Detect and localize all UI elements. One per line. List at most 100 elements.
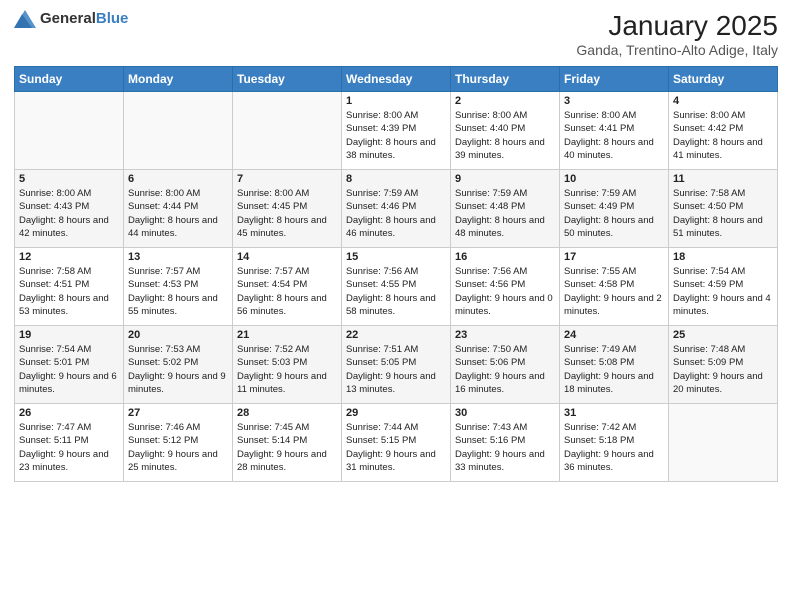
day-number: 12 (19, 251, 119, 263)
calendar-cell: 20 Sunrise: 7:53 AMSunset: 5:02 PMDayligh… (124, 326, 233, 404)
calendar-week-row: 12Sunrise: 7:58 AMSunset: 4:51 PMDayligh… (15, 248, 778, 326)
day-number: 23 (455, 329, 555, 341)
calendar-cell: 24 Sunrise: 7:49 AMSunset: 5:08 PMDayligh… (560, 326, 669, 404)
calendar-cell: 1Sunrise: 8:00 AMSunset: 4:39 PMDaylight… (342, 92, 451, 170)
day-info: Sunrise: 8:00 AMSunset: 4:39 PMDaylight:… (346, 109, 446, 162)
col-monday: Monday (124, 67, 233, 92)
day-info: Sunrise: 7:49 AMSunset: 5:08 PMDaylight:… (564, 343, 664, 396)
logo: GeneralBlue (14, 10, 128, 28)
day-number: 9 (455, 173, 555, 185)
day-info: Sunrise: 8:00 AMSunset: 4:44 PMDaylight:… (128, 187, 228, 240)
day-info: Sunrise: 7:57 AMSunset: 4:54 PMDaylight:… (237, 265, 337, 318)
logo-general-text: General (40, 10, 96, 27)
day-number: 22 (346, 329, 446, 341)
day-info: Sunrise: 7:58 AMSunset: 4:50 PMDaylight:… (673, 187, 773, 240)
day-number: 14 (237, 251, 337, 263)
header: GeneralBlue January 2025 Ganda, Trentino… (14, 10, 778, 58)
day-info: Sunrise: 7:55 AMSunset: 4:58 PMDaylight:… (564, 265, 664, 318)
calendar-cell: 7 Sunrise: 8:00 AMSunset: 4:45 PMDaylight… (233, 170, 342, 248)
day-number: 20 (128, 329, 228, 341)
day-number: 17 (564, 251, 664, 263)
day-number: 28 (237, 407, 337, 419)
calendar-cell: 15Sunrise: 7:56 AMSunset: 4:55 PMDayligh… (342, 248, 451, 326)
day-info: Sunrise: 7:45 AMSunset: 5:14 PMDaylight:… (237, 421, 337, 474)
day-number: 7 (237, 173, 337, 185)
calendar-cell (233, 92, 342, 170)
calendar-cell: 2Sunrise: 8:00 AMSunset: 4:40 PMDaylight… (451, 92, 560, 170)
calendar-cell: 12Sunrise: 7:58 AMSunset: 4:51 PMDayligh… (15, 248, 124, 326)
day-info: Sunrise: 8:00 AMSunset: 4:41 PMDaylight:… (564, 109, 664, 162)
day-info: Sunrise: 7:48 AMSunset: 5:09 PMDaylight:… (673, 343, 773, 396)
calendar-cell: 25 Sunrise: 7:48 AMSunset: 5:09 PMDayligh… (669, 326, 778, 404)
calendar-week-row: 1Sunrise: 8:00 AMSunset: 4:39 PMDaylight… (15, 92, 778, 170)
calendar-subtitle: Ganda, Trentino-Alto Adige, Italy (576, 42, 778, 58)
calendar-cell: 11 Sunrise: 7:58 AMSunset: 4:50 PMDayligh… (669, 170, 778, 248)
calendar-cell: 28 Sunrise: 7:45 AMSunset: 5:14 PMDayligh… (233, 404, 342, 482)
day-number: 21 (237, 329, 337, 341)
day-info: Sunrise: 7:59 AMSunset: 4:48 PMDaylight:… (455, 187, 555, 240)
calendar-cell: 27Sunrise: 7:46 AMSunset: 5:12 PMDayligh… (124, 404, 233, 482)
col-wednesday: Wednesday (342, 67, 451, 92)
calendar-week-row: 26Sunrise: 7:47 AMSunset: 5:11 PMDayligh… (15, 404, 778, 482)
day-info: Sunrise: 8:00 AMSunset: 4:40 PMDaylight:… (455, 109, 555, 162)
day-number: 3 (564, 95, 664, 107)
day-number: 18 (673, 251, 773, 263)
day-info: Sunrise: 7:42 AMSunset: 5:18 PMDaylight:… (564, 421, 664, 474)
calendar-cell: 3 Sunrise: 8:00 AMSunset: 4:41 PMDaylight… (560, 92, 669, 170)
calendar-cell: 23 Sunrise: 7:50 AMSunset: 5:06 PMDayligh… (451, 326, 560, 404)
day-info: Sunrise: 7:50 AMSunset: 5:06 PMDaylight:… (455, 343, 555, 396)
day-number: 11 (673, 173, 773, 185)
calendar-cell: 30 Sunrise: 7:43 AMSunset: 5:16 PMDayligh… (451, 404, 560, 482)
title-block: January 2025 Ganda, Trentino-Alto Adige,… (576, 10, 778, 58)
col-tuesday: Tuesday (233, 67, 342, 92)
day-number: 15 (346, 251, 446, 263)
col-saturday: Saturday (669, 67, 778, 92)
day-info: Sunrise: 7:56 AMSunset: 4:56 PMDaylight:… (455, 265, 555, 318)
day-info: Sunrise: 8:00 AMSunset: 4:42 PMDaylight:… (673, 109, 773, 162)
day-number: 27 (128, 407, 228, 419)
day-number: 8 (346, 173, 446, 185)
day-number: 13 (128, 251, 228, 263)
day-info: Sunrise: 7:53 AMSunset: 5:02 PMDaylight:… (128, 343, 228, 396)
logo-blue-text: Blue (96, 10, 129, 27)
calendar-header-row: Sunday Monday Tuesday Wednesday Thursday… (15, 67, 778, 92)
calendar-cell: 13 Sunrise: 7:57 AMSunset: 4:53 PMDayligh… (124, 248, 233, 326)
calendar-cell: 21 Sunrise: 7:52 AMSunset: 5:03 PMDayligh… (233, 326, 342, 404)
day-number: 29 (346, 407, 446, 419)
day-number: 19 (19, 329, 119, 341)
day-number: 10 (564, 173, 664, 185)
calendar-week-row: 5Sunrise: 8:00 AMSunset: 4:43 PMDaylight… (15, 170, 778, 248)
calendar-cell: 6 Sunrise: 8:00 AMSunset: 4:44 PMDaylight… (124, 170, 233, 248)
day-info: Sunrise: 7:52 AMSunset: 5:03 PMDaylight:… (237, 343, 337, 396)
calendar-week-row: 19Sunrise: 7:54 AMSunset: 5:01 PMDayligh… (15, 326, 778, 404)
day-number: 25 (673, 329, 773, 341)
day-info: Sunrise: 7:44 AMSunset: 5:15 PMDaylight:… (346, 421, 446, 474)
day-number: 6 (128, 173, 228, 185)
calendar-cell: 16 Sunrise: 7:56 AMSunset: 4:56 PMDayligh… (451, 248, 560, 326)
calendar-cell: 22Sunrise: 7:51 AMSunset: 5:05 PMDayligh… (342, 326, 451, 404)
calendar-cell: 18Sunrise: 7:54 AMSunset: 4:59 PMDayligh… (669, 248, 778, 326)
calendar-title: January 2025 (576, 10, 778, 42)
calendar-cell: 10Sunrise: 7:59 AMSunset: 4:49 PMDayligh… (560, 170, 669, 248)
day-info: Sunrise: 7:43 AMSunset: 5:16 PMDaylight:… (455, 421, 555, 474)
calendar-cell (15, 92, 124, 170)
calendar-cell: 17 Sunrise: 7:55 AMSunset: 4:58 PMDayligh… (560, 248, 669, 326)
day-number: 26 (19, 407, 119, 419)
day-info: Sunrise: 7:59 AMSunset: 4:46 PMDaylight:… (346, 187, 446, 240)
page-container: GeneralBlue January 2025 Ganda, Trentino… (0, 0, 792, 492)
calendar-cell (124, 92, 233, 170)
calendar-cell: 9 Sunrise: 7:59 AMSunset: 4:48 PMDaylight… (451, 170, 560, 248)
day-number: 31 (564, 407, 664, 419)
day-info: Sunrise: 8:00 AMSunset: 4:45 PMDaylight:… (237, 187, 337, 240)
calendar-cell: 14 Sunrise: 7:57 AMSunset: 4:54 PMDayligh… (233, 248, 342, 326)
day-info: Sunrise: 7:57 AMSunset: 4:53 PMDaylight:… (128, 265, 228, 318)
calendar-table: Sunday Monday Tuesday Wednesday Thursday… (14, 66, 778, 482)
day-info: Sunrise: 8:00 AMSunset: 4:43 PMDaylight:… (19, 187, 119, 240)
day-number: 30 (455, 407, 555, 419)
col-thursday: Thursday (451, 67, 560, 92)
day-number: 24 (564, 329, 664, 341)
calendar-cell: 8 Sunrise: 7:59 AMSunset: 4:46 PMDaylight… (342, 170, 451, 248)
day-number: 16 (455, 251, 555, 263)
calendar-cell: 31 Sunrise: 7:42 AMSunset: 5:18 PMDayligh… (560, 404, 669, 482)
col-friday: Friday (560, 67, 669, 92)
